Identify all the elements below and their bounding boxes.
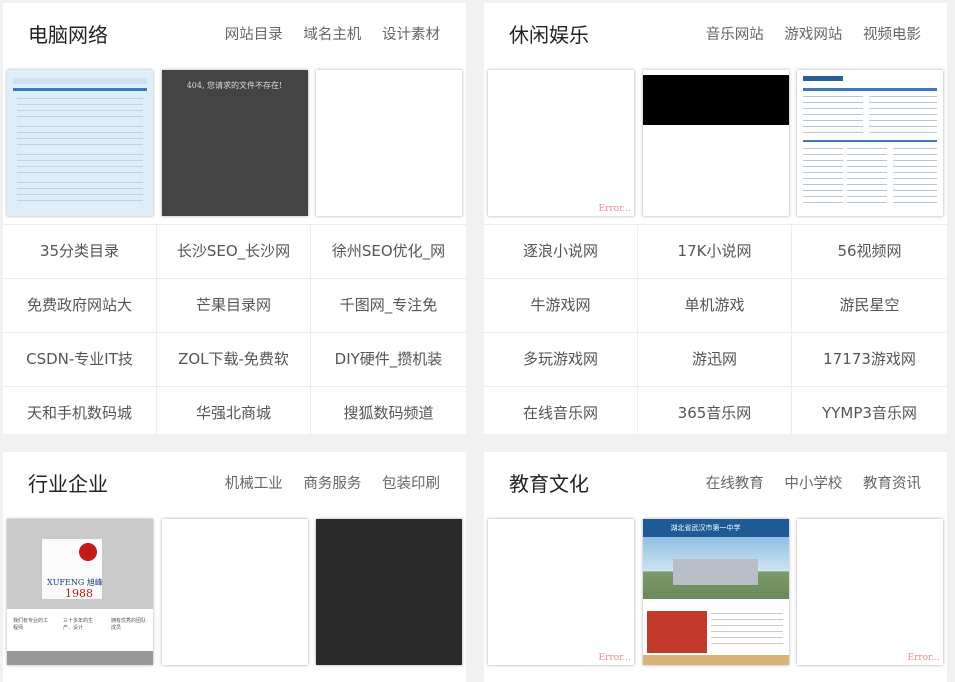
site-link[interactable]: 游迅网 — [638, 332, 792, 386]
site-link[interactable]: 游民星空 — [792, 278, 947, 332]
link-machinery[interactable]: 机械工业 — [225, 476, 283, 492]
link-grid: 逐浪小说网 17K小说网 56视频网 牛游戏网 单机游戏 游民星空 多玩游戏网 … — [484, 224, 947, 434]
site-thumbnail[interactable]: 湖北省武汉市第一中学 — [642, 519, 789, 665]
panel-header: 电脑网络 网站目录 域名主机 设计素材 — [3, 3, 466, 67]
panel-title: 休闲娱乐 — [509, 23, 589, 47]
site-link[interactable]: 56视频网 — [792, 224, 947, 278]
site-thumbnail[interactable] — [7, 70, 153, 216]
site-link[interactable]: 长沙SEO_长沙网 — [157, 224, 311, 278]
category-panel-entertainment: 休闲娱乐 音乐网站 游戏网站 视频电影 Error... 逐浪小说网 17K小说… — [484, 3, 947, 434]
panel-title: 行业企业 — [28, 472, 108, 496]
panel-header: 休闲娱乐 音乐网站 游戏网站 视频电影 — [484, 3, 947, 67]
site-link[interactable]: YYMP3音乐网 — [792, 386, 947, 434]
thumbnail-error-text: Error... — [598, 204, 632, 214]
site-thumbnail[interactable] — [316, 519, 462, 665]
site-thumbnail[interactable]: Error... — [797, 519, 943, 665]
site-thumbnail[interactable] — [642, 70, 789, 216]
site-link[interactable]: 多玩游戏网 — [484, 332, 638, 386]
link-video-movies[interactable]: 视频电影 — [863, 27, 921, 43]
panel-links: 音乐网站 游戏网站 视频电影 — [690, 25, 921, 45]
site-link[interactable]: 17173游戏网 — [792, 332, 947, 386]
link-grid: 35分类目录 长沙SEO_长沙网 徐州SEO优化_网 免费政府网站大 芒果目录网… — [3, 224, 466, 434]
site-thumbnail[interactable]: Error... — [488, 519, 634, 665]
school-site-title: 湖北省武汉市第一中学 — [670, 524, 741, 532]
site-thumbnail[interactable] — [316, 70, 462, 216]
site-link[interactable]: 35分类目录 — [3, 224, 157, 278]
link-business-services[interactable]: 商务服务 — [303, 476, 361, 492]
site-link[interactable]: 芒果目录网 — [157, 278, 311, 332]
site-link[interactable]: 免费政府网站大 — [3, 278, 157, 332]
link-domain-hosting[interactable]: 域名主机 — [303, 27, 361, 43]
company-caption: 拥有优秀的团队成员 — [111, 618, 147, 631]
link-site-directory[interactable]: 网站目录 — [225, 27, 283, 43]
link-music-sites[interactable]: 音乐网站 — [706, 27, 764, 43]
thumbnail-error-text: Error... — [598, 653, 632, 663]
site-link[interactable]: CSDN-专业IT技 — [3, 332, 157, 386]
panel-links: 网站目录 域名主机 设计素材 — [209, 25, 440, 45]
site-link[interactable]: DIY硬件_攒机装 — [311, 332, 466, 386]
site-link[interactable]: 天和手机数码城 — [3, 386, 157, 434]
link-education-news[interactable]: 教育资讯 — [863, 476, 921, 492]
panel-header: 行业企业 机械工业 商务服务 包装印刷 — [3, 452, 466, 516]
panel-title: 电脑网络 — [28, 23, 108, 47]
thumbnail-error-text: Error... — [907, 653, 941, 663]
link-online-education[interactable]: 在线教育 — [706, 476, 764, 492]
site-link[interactable]: 17K小说网 — [638, 224, 792, 278]
site-link[interactable]: 365音乐网 — [638, 386, 792, 434]
thumbnail-row: Error... 湖北省武汉市第一中学 Error... — [484, 516, 947, 668]
link-design-assets[interactable]: 设计素材 — [382, 27, 440, 43]
thumbnail-error-text: 404, 您请求的文件不存在! — [186, 81, 283, 90]
link-game-sites[interactable]: 游戏网站 — [784, 27, 842, 43]
site-thumbnail[interactable]: Error... — [488, 70, 634, 216]
site-link[interactable]: 搜狐数码频道 — [311, 386, 466, 434]
site-link[interactable]: 单机游戏 — [638, 278, 792, 332]
site-link[interactable]: 牛游戏网 — [484, 278, 638, 332]
site-thumbnail[interactable]: 404, 您请求的文件不存在! — [161, 70, 308, 216]
panel-links: 机械工业 商务服务 包装印刷 — [209, 474, 440, 494]
company-caption: 三十多年的生产、设计 — [63, 618, 94, 631]
panel-title: 教育文化 — [509, 472, 589, 496]
site-thumbnail[interactable]: XUFENG 旭峰 1988 我们有专业的工程师 三十多年的生产、设计 拥有优秀… — [7, 519, 153, 665]
thumbnail-row: 404, 您请求的文件不存在! — [3, 67, 466, 219]
site-link[interactable]: 华强北商城 — [157, 386, 311, 434]
thumbnail-row: XUFENG 旭峰 1988 我们有专业的工程师 三十多年的生产、设计 拥有优秀… — [3, 516, 466, 668]
site-thumbnail[interactable] — [797, 70, 943, 216]
link-schools[interactable]: 中小学校 — [784, 476, 842, 492]
company-year-text: 1988 — [65, 587, 93, 600]
category-panel-education: 教育文化 在线教育 中小学校 教育资讯 Error... 湖北省武汉市第一中学 … — [484, 452, 947, 682]
site-link[interactable]: 逐浪小说网 — [484, 224, 638, 278]
thumbnail-row: Error... — [484, 67, 947, 219]
panel-links: 在线教育 中小学校 教育资讯 — [690, 474, 921, 494]
site-link[interactable]: 徐州SEO优化_网 — [311, 224, 466, 278]
link-packaging-printing[interactable]: 包装印刷 — [382, 476, 440, 492]
site-thumbnail[interactable] — [161, 519, 308, 665]
company-caption: 我们有专业的工程师 — [13, 618, 49, 631]
site-link[interactable]: 千图网_专注免 — [311, 278, 466, 332]
panel-header: 教育文化 在线教育 中小学校 教育资讯 — [484, 452, 947, 516]
category-panel-computer-network: 电脑网络 网站目录 域名主机 设计素材 404, 您请求的文件不存在! 35分类… — [3, 3, 466, 434]
site-link[interactable]: ZOL下载-免费软 — [157, 332, 311, 386]
category-panel-industry: 行业企业 机械工业 商务服务 包装印刷 XUFENG 旭峰 1988 我们有专业… — [3, 452, 466, 682]
site-link[interactable]: 在线音乐网 — [484, 386, 638, 434]
